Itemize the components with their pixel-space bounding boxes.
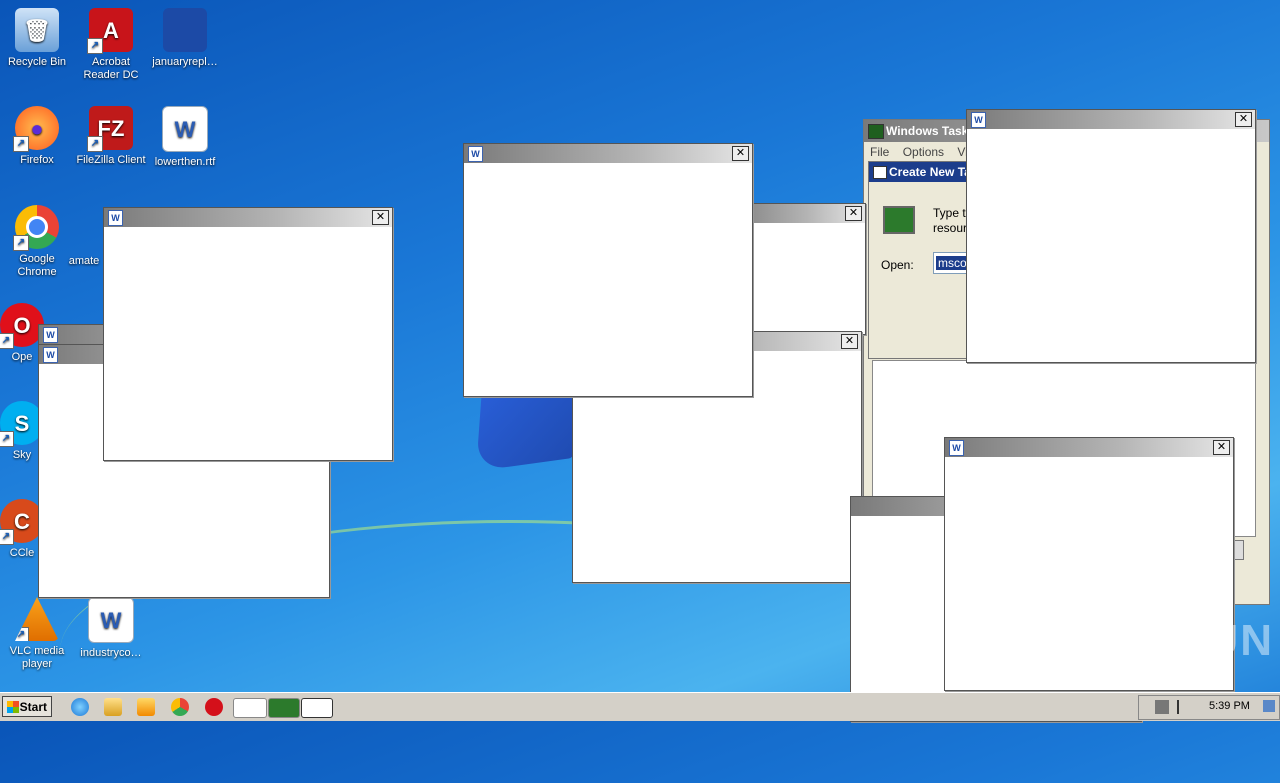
taskmgr-icon[interactable] — [268, 698, 300, 718]
word-document-icon: W — [88, 597, 134, 643]
menu-file[interactable]: File — [870, 145, 889, 159]
flag-icon[interactable] — [1177, 700, 1189, 714]
run-program-icon — [883, 206, 915, 234]
desktop-icon-januaryrepl[interactable]: januaryrepl… — [148, 8, 222, 69]
window-titlebar[interactable]: W ✕ — [945, 438, 1233, 457]
ie-icon[interactable] — [71, 698, 89, 716]
dialog-instructions-line2: resour — [933, 221, 968, 235]
desktop-icon-acrobat[interactable]: A ↗ Acrobat Reader DC — [74, 8, 148, 82]
show-desktop-icon[interactable] — [1263, 700, 1275, 712]
network-icon[interactable] — [1155, 700, 1169, 714]
blank-window[interactable]: W ✕ — [103, 207, 393, 461]
window-titlebar[interactable]: W ✕ — [967, 110, 1255, 129]
menu-options[interactable]: Options — [903, 145, 944, 159]
blank-window[interactable]: W ✕ — [463, 143, 753, 397]
taskmgr-icon — [868, 124, 884, 139]
desktop-icon-recycle-bin[interactable]: 🗑 Recycle Bin — [0, 8, 74, 69]
close-icon[interactable]: ✕ — [732, 146, 749, 161]
run-dialog-icon — [873, 166, 887, 179]
explorer-icon[interactable] — [104, 698, 122, 716]
acrobat-icon: A ↗ — [87, 8, 133, 54]
chrome-icon[interactable] — [171, 698, 189, 716]
document-icon — [163, 8, 207, 52]
word-icon: W — [43, 347, 58, 363]
desktop-icon-filezilla[interactable]: FZ ↗ FileZilla Client — [74, 106, 148, 167]
window-titlebar[interactable]: W ✕ — [104, 208, 392, 227]
desktop-icon-amate[interactable]: amate — [64, 255, 104, 268]
word-icon: W — [949, 440, 964, 456]
word-document-icon: W — [162, 106, 208, 152]
media-player-icon[interactable] — [137, 698, 155, 716]
word-icon: W — [468, 146, 483, 162]
word-icon[interactable] — [233, 698, 267, 718]
firefox-icon: ● ↗ — [13, 106, 59, 152]
desktop-icon-lowerthen[interactable]: W lowerthen.rtf — [148, 106, 222, 169]
start-button[interactable]: Start — [2, 696, 52, 717]
close-icon[interactable]: ✕ — [841, 334, 858, 349]
anyrun-watermark: ANY▷RUN — [1038, 616, 1275, 665]
opera-icon[interactable] — [205, 698, 223, 716]
chrome-icon: ↗ — [13, 205, 59, 251]
desktop-icon-vlc[interactable]: ↗ VLC media player — [0, 597, 74, 671]
desktop-icon-chrome[interactable]: ↗ Google Chrome — [0, 205, 74, 279]
desktop-icon-industryco[interactable]: W industryco… — [74, 597, 148, 660]
clock[interactable]: 5:39 PM — [1209, 700, 1250, 712]
desktop-icon-firefox[interactable]: ● ↗ Firefox — [0, 106, 74, 167]
run-dialog-icon[interactable] — [301, 698, 333, 718]
open-label: Open: — [881, 258, 914, 272]
close-icon[interactable]: ✕ — [1235, 112, 1252, 127]
window-titlebar[interactable]: W ✕ — [464, 144, 752, 163]
system-tray: 5:39 PM — [1138, 695, 1280, 720]
blank-window[interactable]: W ✕ — [966, 109, 1256, 363]
close-icon[interactable]: ✕ — [1213, 440, 1230, 455]
dialog-instructions-line1: Type t — [933, 206, 966, 220]
windows-flag-icon — [7, 701, 19, 713]
word-icon: W — [43, 327, 58, 343]
vlc-icon: ↗ — [15, 597, 59, 641]
word-icon: W — [108, 210, 123, 226]
close-icon[interactable]: ✕ — [845, 206, 862, 221]
word-icon: W — [971, 112, 986, 128]
filezilla-icon: FZ ↗ — [87, 106, 133, 152]
taskbar: Start 5:39 PM — [0, 692, 1280, 721]
recycle-bin-icon: 🗑 — [15, 8, 59, 52]
close-icon[interactable]: ✕ — [372, 210, 389, 225]
